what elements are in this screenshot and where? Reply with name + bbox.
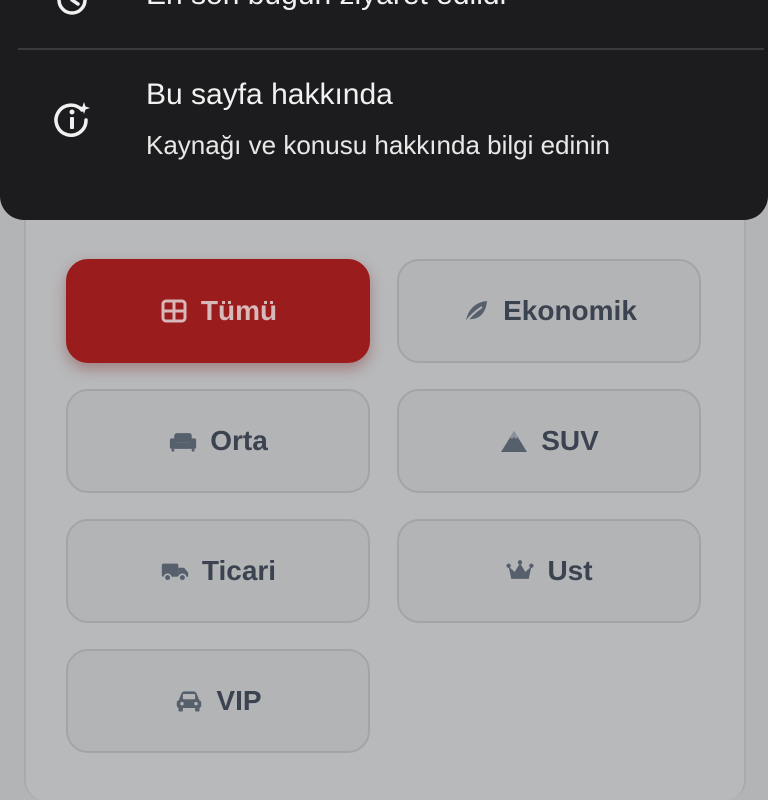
history-icon [52, 0, 92, 20]
category-label: Ust [547, 555, 593, 586]
grid-icon [159, 296, 189, 326]
category-button-mid[interactable]: Orta [66, 389, 370, 493]
category-button-commercial[interactable]: Ticari [66, 519, 370, 623]
category-label: Orta [210, 425, 268, 456]
truck-icon [160, 556, 190, 586]
category-label: Ekonomik [503, 295, 637, 326]
category-label: Ticari [201, 555, 277, 586]
category-label: SUV [541, 425, 599, 456]
category-label: VIP [216, 685, 262, 716]
car-icon [174, 686, 204, 716]
category-button-upper[interactable]: Ust [397, 519, 701, 623]
info-sparkle-icon [52, 100, 92, 140]
leaf-icon [461, 296, 491, 326]
context-menu-sheet: En son bugün ziyaret edildi Bu sayfa hak… [0, 0, 768, 220]
menu-item-last-visited[interactable]: En son bugün ziyaret edildi [0, 0, 768, 48]
category-button-economic[interactable]: Ekonomik [397, 259, 701, 363]
mountain-icon [499, 426, 529, 456]
category-label: Tümü [200, 295, 278, 326]
menu-item-subtitle: Kaynağı ve konusu hakkında bilgi edinin [146, 130, 610, 160]
menu-item-title: En son bugün ziyaret edildi [146, 0, 506, 12]
menu-item-about-page[interactable]: Bu sayfa hakkında Kaynağı ve konusu hakk… [0, 50, 768, 200]
menu-item-title: Bu sayfa hakkında [146, 78, 393, 111]
category-button-suv[interactable]: SUV [397, 389, 701, 493]
sofa-icon [168, 426, 198, 456]
category-button-all[interactable]: Tümü [66, 259, 370, 363]
crown-icon [505, 556, 535, 586]
category-button-vip[interactable]: VIP [66, 649, 370, 753]
